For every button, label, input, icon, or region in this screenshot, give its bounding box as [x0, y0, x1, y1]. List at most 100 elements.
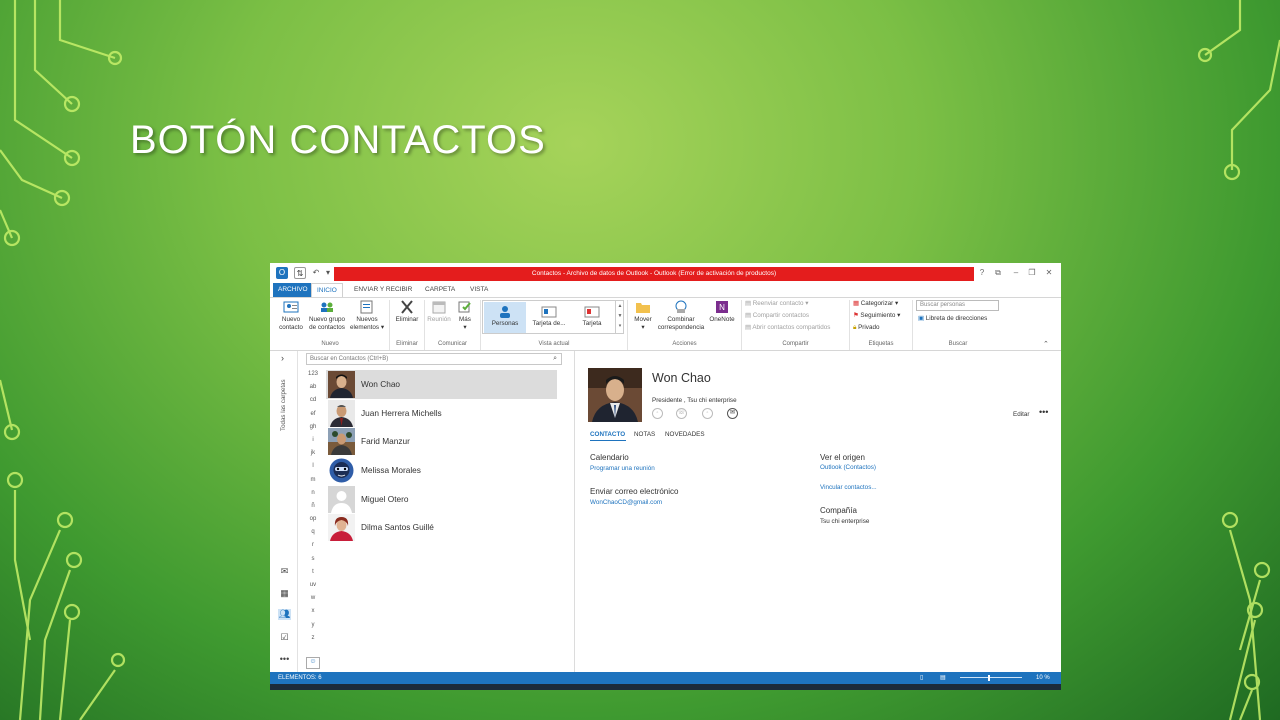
contact-title-company: Presidente , Tsu chi enterprise [652, 397, 737, 404]
contact-list-item[interactable]: Farid Manzur [326, 427, 557, 456]
mail-icon[interactable]: ✉ [278, 566, 291, 577]
tab-enviar-recibir[interactable]: ENVIAR Y RECIBIR [349, 283, 417, 297]
expand-folder-pane-icon[interactable]: › [281, 353, 284, 363]
search-icon[interactable]: ⌕ [553, 354, 557, 364]
calendar-nav-icon[interactable]: ▦ [278, 588, 291, 599]
view-personas[interactable]: Personas [484, 302, 526, 333]
contact-list-item[interactable]: Won Chao [326, 370, 557, 399]
call-icon[interactable]: ☏ [676, 408, 687, 419]
alpha-index-item[interactable]: uv [306, 582, 320, 595]
new-contact-group-button[interactable]: Nuevo grupo de contactos [306, 300, 348, 332]
alpha-index-item[interactable]: i [306, 437, 320, 450]
undo-icon[interactable]: ↶ [310, 267, 322, 279]
alpha-index-item[interactable]: m [306, 477, 320, 490]
contact-list-item[interactable]: Dilma Santos Guillé [326, 513, 557, 542]
more-options-icon[interactable]: ••• [1039, 407, 1048, 417]
alpha-index-item[interactable]: op [306, 516, 320, 529]
forward-contact-button[interactable]: ▤ Reenviar contacto ▾ [745, 299, 808, 309]
alpha-index-item[interactable]: z [306, 635, 320, 648]
tab-notas[interactable]: NOTAS [634, 431, 655, 438]
schedule-meeting-link[interactable]: Programar una reunión [590, 465, 655, 472]
tasks-icon[interactable]: ☑ [278, 632, 291, 643]
source-link[interactable]: Outlook (Contactos) [820, 464, 876, 471]
tab-archivo[interactable]: ARCHIVO [273, 283, 313, 297]
private-button[interactable]: 🔒︎ Privado [853, 323, 879, 333]
zoom-slider[interactable] [960, 677, 1022, 678]
company-label: Compañía [820, 506, 857, 515]
minimize-button[interactable]: – [1010, 268, 1022, 277]
tab-novedades[interactable]: NOVEDADES [665, 431, 705, 438]
alpha-index-item[interactable]: q [306, 529, 320, 542]
onenote-button[interactable]: N OneNote [707, 300, 737, 324]
meeting-button[interactable]: Reunión [425, 300, 453, 324]
alpha-index-item[interactable]: t [306, 569, 320, 582]
reading-view-icon[interactable]: ▤ [940, 672, 946, 684]
edit-button[interactable]: Editar [1013, 411, 1029, 418]
more-button[interactable]: Más ▾ [455, 300, 475, 332]
new-contact-quick-icon[interactable]: ☺ [306, 657, 320, 669]
new-contact-button[interactable]: Nuevo contacto [276, 300, 306, 332]
view-business-card[interactable]: Tarjeta de... [528, 302, 570, 333]
contact-list-item[interactable]: Melissa Morales [326, 456, 557, 485]
all-folders-label[interactable]: Todas las carpetas [280, 379, 287, 431]
alpha-index-item[interactable]: x [306, 608, 320, 621]
maximize-button[interactable]: ❐ [1026, 268, 1038, 277]
move-button[interactable]: Mover ▾ [630, 300, 656, 332]
alpha-index-item[interactable]: w [306, 595, 320, 608]
more-nav-icon[interactable]: ••• [278, 654, 291, 665]
new-items-button[interactable]: Nuevos elementos ▾ [350, 300, 384, 332]
search-people-input[interactable]: Buscar personas [916, 300, 999, 311]
link-contacts-link[interactable]: Vincular contactos... [820, 484, 877, 491]
email-icon[interactable]: ✉ [727, 408, 738, 419]
alpha-index-item[interactable]: ab [306, 384, 320, 397]
alpha-index-item[interactable]: 123 [306, 371, 320, 384]
tab-inicio[interactable]: INICIO [311, 283, 343, 298]
delete-button[interactable]: Eliminar [392, 300, 422, 324]
people-icon[interactable]: 👥︎ [278, 609, 291, 620]
share-contacts-button[interactable]: ▤ Compartir contactos [745, 311, 809, 321]
categorize-icon: ▦ [853, 300, 859, 307]
help-button[interactable]: ? [976, 268, 988, 277]
alpha-index-item[interactable]: n [306, 490, 320, 503]
group-label-compartir: Compartir [782, 341, 809, 347]
view-card[interactable]: Tarjeta [571, 302, 613, 333]
alpha-index-item[interactable]: s [306, 556, 320, 569]
categorize-button[interactable]: ▦ Categorizar ▾ [853, 299, 898, 309]
zoom-slider-thumb[interactable] [988, 675, 990, 681]
follow-up-button[interactable]: ⚑ Seguimiento ▾ [853, 311, 900, 321]
contact-avatar [328, 371, 355, 398]
contacts-search-input[interactable]: Buscar en Contactos (Ctrl+B) ⌕ [306, 353, 562, 365]
address-book-button[interactable]: ▣ Libreta de direcciones [918, 314, 987, 324]
open-shared-contacts-button[interactable]: ▤ Abrir contactos compartidos [745, 323, 830, 333]
email-link[interactable]: WonChaoCD@gmail.com [590, 499, 662, 506]
alpha-index-item[interactable]: jk [306, 450, 320, 463]
tab-vista[interactable]: VISTA [465, 283, 493, 297]
send-receive-icon[interactable]: ⇅ [294, 267, 306, 279]
alpha-index-item[interactable]: cd [306, 397, 320, 410]
tab-contacto[interactable]: CONTACTO [590, 431, 625, 438]
alpha-index-item[interactable]: gh [306, 424, 320, 437]
mail-merge-button[interactable]: Combinar correspondencia [656, 300, 706, 332]
contact-list-item[interactable]: Miguel Otero [326, 485, 557, 514]
open-shared-contacts-label: Abrir contactos compartidos [752, 324, 831, 331]
close-button[interactable]: ✕ [1043, 268, 1055, 277]
alpha-index-item[interactable]: l [306, 463, 320, 476]
alpha-index-item[interactable]: ñ [306, 503, 320, 516]
ribbon-display-button[interactable]: ⧉ [992, 268, 1004, 278]
gallery-scroll[interactable]: ▲ ▼ ▾ [615, 301, 624, 333]
new-items-label-2: elementos ▾ [350, 324, 384, 331]
zoom-level: 10 % [1036, 675, 1050, 681]
video-icon[interactable]: ◦ [702, 408, 713, 419]
alpha-index-item[interactable]: y [306, 622, 320, 635]
im-icon[interactable]: ◦ [652, 408, 663, 419]
alpha-index-item[interactable]: ef [306, 411, 320, 424]
contact-list-item[interactable]: Juan Herrera Michells [326, 399, 557, 428]
alpha-index-item[interactable]: r [306, 542, 320, 555]
normal-view-icon[interactable]: ▯ [920, 672, 923, 684]
outlook-app-icon: O [276, 267, 288, 279]
contact-avatar [328, 399, 355, 427]
collapse-ribbon-icon[interactable]: ⌃ [1043, 340, 1049, 348]
tab-carpeta[interactable]: CARPETA [420, 283, 460, 297]
svg-text:N: N [719, 303, 725, 312]
customize-toolbar-icon[interactable]: ▾ [322, 267, 334, 279]
